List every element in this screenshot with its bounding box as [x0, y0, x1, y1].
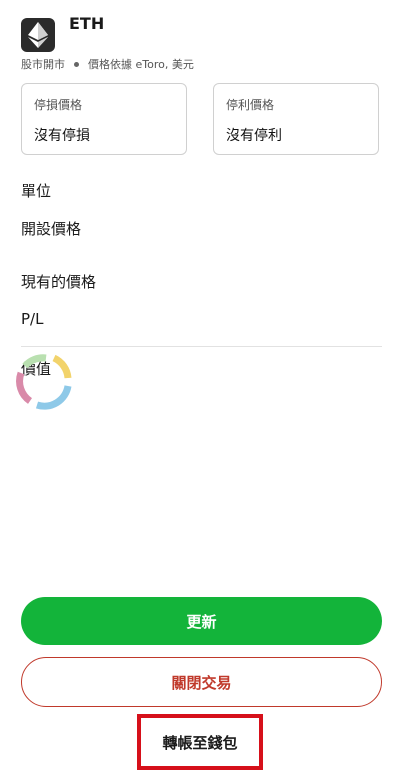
asset-subtitle: 股市開市 價格依據 eToro, 美元 [21, 56, 194, 72]
open-price-label: 開設價格 [21, 220, 82, 238]
take-profit-value: 沒有停利 [226, 128, 282, 144]
close-trade-button[interactable]: 關閉交易 [21, 657, 382, 707]
current-price-label: 現有的價格 [21, 273, 97, 291]
transfer-highlight-box: 轉帳至錢包 [137, 714, 263, 770]
ethereum-icon [21, 18, 55, 52]
units-label: 單位 [21, 182, 52, 200]
pl-label: P/L [21, 310, 44, 328]
take-profit-label: 停利價格 [226, 98, 275, 112]
divider [21, 346, 382, 347]
transfer-to-wallet-button[interactable]: 轉帳至錢包 [162, 732, 237, 753]
stop-loss-value: 沒有停損 [34, 128, 90, 144]
separator-dot [74, 61, 79, 67]
market-status: 股市開市 [21, 58, 65, 71]
take-profit-field[interactable]: 停利價格 沒有停利 [213, 83, 379, 155]
stop-loss-field[interactable]: 停損價格 沒有停損 [21, 83, 187, 155]
update-button[interactable]: 更新 [21, 597, 382, 645]
price-source: 價格依據 eToro, 美元 [88, 58, 194, 71]
stop-loss-label: 停損價格 [34, 98, 83, 112]
loading-spinner-icon [16, 354, 72, 410]
asset-name: ETH [69, 14, 105, 33]
asset-header: ETH 股市開市 價格依據 eToro, 美元 [21, 14, 391, 74]
